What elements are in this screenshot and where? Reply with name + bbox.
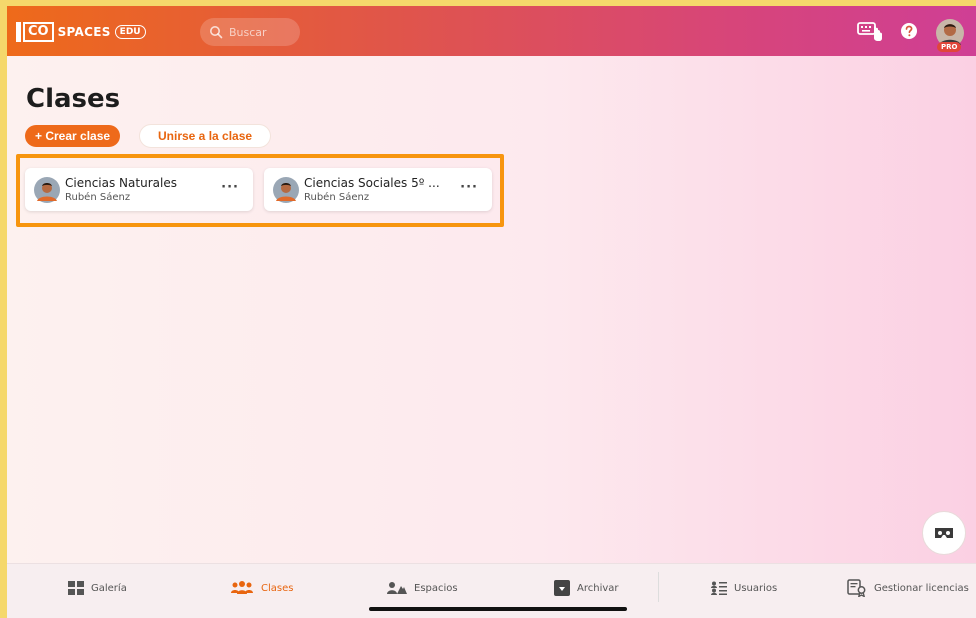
teacher-avatar — [273, 177, 299, 203]
nav-label: Usuarios — [734, 582, 778, 594]
class-name: Ciencias Naturales — [65, 176, 177, 190]
class-name: Ciencias Sociales 5º ... — [304, 176, 440, 190]
search-input[interactable] — [229, 25, 289, 39]
logo-bar — [16, 22, 21, 42]
vr-mode-button[interactable] — [922, 511, 966, 555]
teacher-avatar — [34, 177, 60, 203]
nav-item-classes[interactable]: Clases — [230, 578, 293, 598]
nav-item-licenses[interactable]: Gestionar licencias — [847, 578, 969, 598]
class-card[interactable]: Ciencias Sociales 5º ... Rubén Sáenz ··· — [264, 168, 492, 211]
licenses-icon — [847, 579, 866, 597]
classes-icon — [231, 581, 253, 594]
nav-label: Clases — [261, 582, 294, 594]
nav-label: Archivar — [577, 582, 619, 594]
nav-item-users[interactable]: Usuarios — [711, 578, 777, 598]
nav-item-archive[interactable]: Archivar — [554, 578, 619, 598]
bottom-navigation: Galería Clases Espacios Archivar Usuario… — [7, 563, 976, 618]
nav-item-gallery[interactable]: Galería — [68, 578, 127, 598]
app-window: CO SPACES EDU Buscar PRO Clases + Crear … — [7, 6, 976, 618]
pro-badge: PRO — [937, 42, 962, 52]
search-box[interactable] — [200, 18, 300, 46]
more-options-icon[interactable]: ··· — [221, 180, 239, 195]
nav-label: Espacios — [414, 582, 458, 594]
class-owner: Rubén Sáenz — [65, 192, 131, 203]
spaces-icon — [387, 582, 407, 594]
gallery-icon — [68, 581, 84, 595]
home-indicator — [369, 607, 627, 611]
archive-icon — [554, 580, 570, 596]
class-card[interactable]: Ciencias Naturales Rubén Sáenz ··· — [25, 168, 253, 211]
users-icon — [711, 581, 727, 595]
nav-label: Gestionar licencias — [874, 582, 969, 594]
nav-label: Galería — [91, 582, 127, 594]
logo-edu-badge: EDU — [114, 25, 146, 39]
vr-headset-icon — [935, 528, 953, 538]
more-options-icon[interactable]: ··· — [460, 180, 478, 195]
cospaces-logo[interactable]: CO SPACES EDU — [16, 22, 146, 42]
logo-co: CO — [23, 22, 54, 42]
search-icon — [210, 26, 223, 39]
help-icon[interactable] — [900, 22, 918, 40]
nav-divider — [658, 572, 659, 602]
create-class-button[interactable]: + Crear clase — [25, 125, 121, 147]
nav-item-spaces[interactable]: Espacios — [387, 578, 458, 598]
page-title: Clases — [26, 84, 121, 114]
top-bar: CO SPACES EDU Buscar PRO — [7, 6, 976, 56]
join-class-button[interactable]: Unirse a la clase — [139, 124, 272, 148]
keyboard-touch-icon[interactable] — [857, 20, 883, 42]
logo-spaces: SPACES — [57, 25, 111, 39]
class-owner: Rubén Sáenz — [304, 192, 370, 203]
